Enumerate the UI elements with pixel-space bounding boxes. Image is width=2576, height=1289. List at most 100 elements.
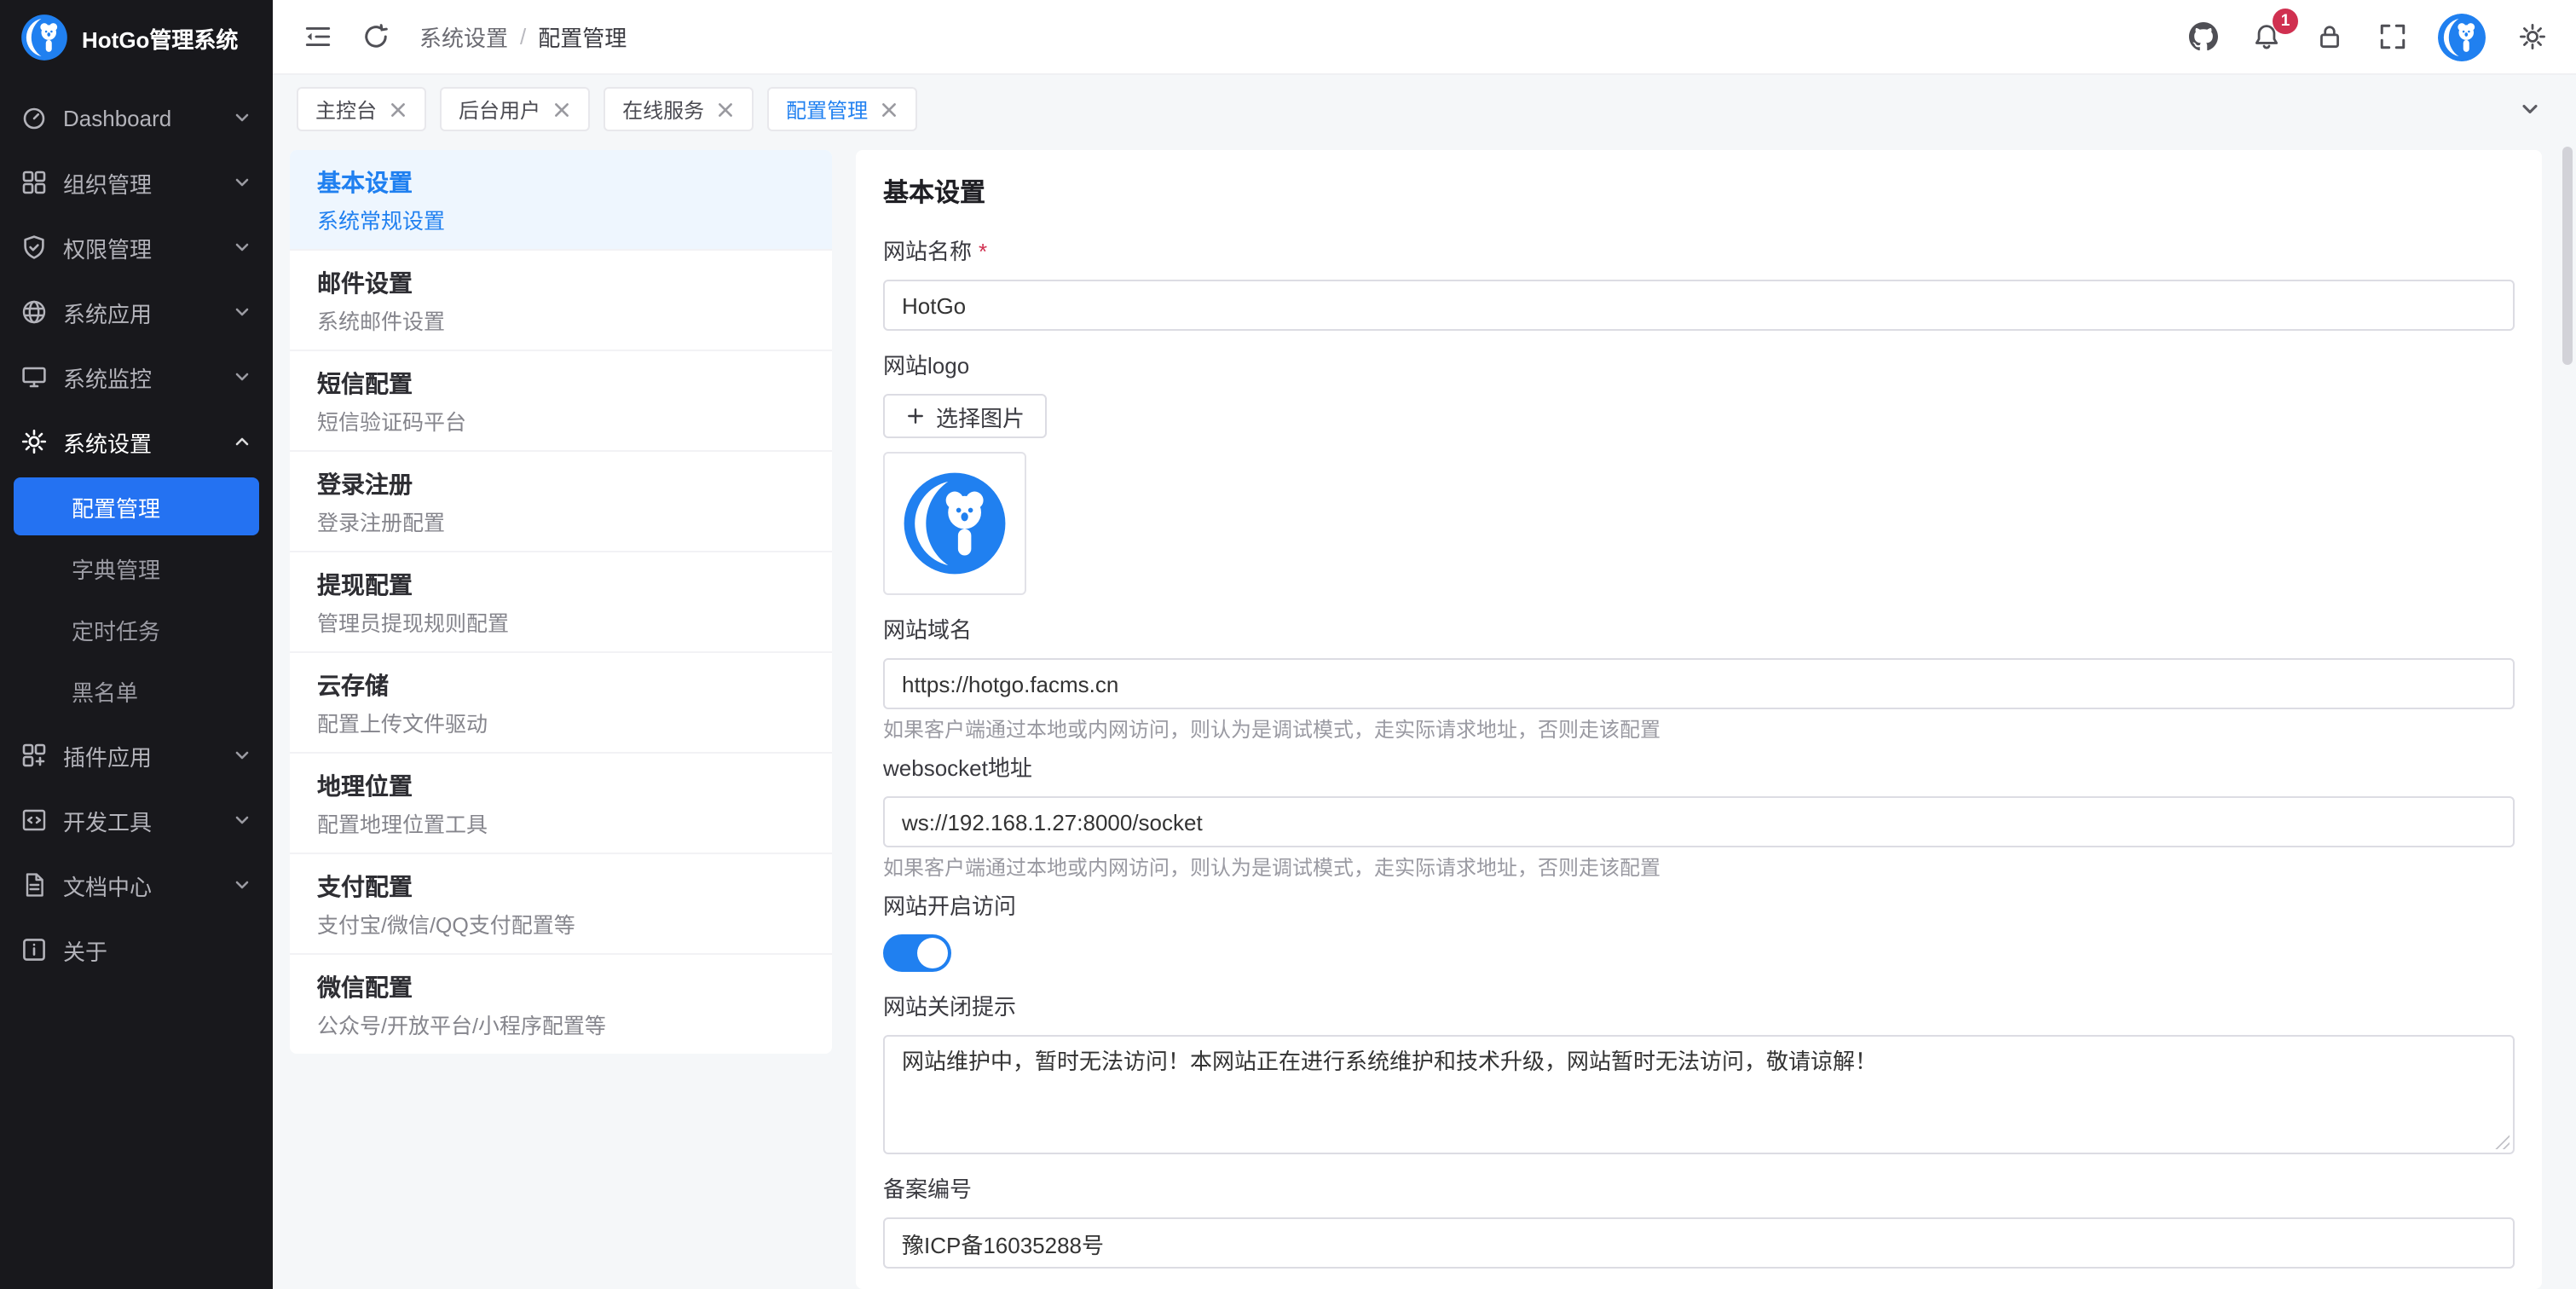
field-label-text: 备案编号 (883, 1175, 972, 1205)
sidebar-subitem-dictionary[interactable]: 字典管理 (0, 539, 273, 597)
breadcrumb-separator: / (520, 24, 526, 49)
field-label-text: 网站域名 (883, 616, 972, 646)
breadcrumb-current[interactable]: 配置管理 (538, 20, 627, 53)
field-label-text: 网站名称 (883, 237, 972, 268)
websocket-label: websocket地址 (883, 754, 2515, 784)
tabbar-chevron-down-icon[interactable] (2508, 87, 2552, 131)
field-label-text: websocket地址 (883, 754, 1032, 784)
grid-icon (20, 169, 48, 196)
settings-nav-item-cloud-storage[interactable]: 云存储 配置上传文件驱动 (290, 653, 832, 754)
sidebar-subitem-config-management[interactable]: 配置管理 (14, 477, 259, 535)
breadcrumb: 系统设置 / 配置管理 (419, 20, 627, 53)
settings-nav-title: 地理位置 (317, 771, 805, 801)
sidebar-item-label: 开发工具 (63, 804, 217, 836)
tab-console[interactable]: 主控台 (297, 87, 426, 131)
settings-nav-subtitle: 短信验证码平台 (317, 409, 805, 436)
settings-nav-item-payment[interactable]: 支付配置 支付宝/微信/QQ支付配置等 (290, 854, 832, 955)
topbar: 系统设置 / 配置管理 1 (273, 0, 2576, 75)
site-name-label: 网站名称 * (883, 237, 2515, 268)
tab-admin-users[interactable]: 后台用户 (440, 87, 590, 131)
settings-nav-title: 云存储 (317, 670, 805, 701)
settings-nav-item-geo[interactable]: 地理位置 配置地理位置工具 (290, 754, 832, 854)
sidebar-subitem-blacklist[interactable]: 黑名单 (0, 662, 273, 720)
tab-label: 在线服务 (622, 95, 704, 124)
app-logo-row[interactable]: HotGo管理系统 (0, 0, 273, 75)
tab-close-icon[interactable] (552, 100, 571, 118)
app-logo-icon (20, 14, 68, 61)
sidebar-item-dashboard[interactable]: Dashboard (0, 85, 273, 150)
github-icon[interactable] (2186, 20, 2220, 54)
tab-close-icon[interactable] (716, 100, 735, 118)
choose-image-label: 选择图片 (936, 400, 1025, 432)
scrollbar-thumb[interactable] (2562, 147, 2573, 365)
fullscreen-icon[interactable] (2375, 20, 2409, 54)
field-label-text: 网站关闭提示 (883, 992, 1016, 1023)
close-tip-label: 网站关闭提示 (883, 992, 2515, 1023)
user-avatar[interactable] (2438, 13, 2486, 61)
site-name-input[interactable] (883, 280, 2515, 331)
sidebar-item-permissions[interactable]: 权限管理 (0, 215, 273, 280)
toggle-knob (917, 938, 948, 968)
settings-nav-title: 登录注册 (317, 469, 805, 500)
tab-online-service[interactable]: 在线服务 (604, 87, 754, 131)
sidebar-menu: Dashboard 组织管理 权限管理 系统应用 系统监控 (0, 75, 273, 982)
page-scrollbar (2562, 147, 2573, 1282)
choose-image-button[interactable]: 选择图片 (883, 394, 1047, 438)
site-domain-input[interactable] (883, 658, 2515, 709)
settings-nav-item-wechat[interactable]: 微信配置 公众号/开放平台/小程序配置等 (290, 955, 832, 1054)
breadcrumb-parent[interactable]: 系统设置 (419, 20, 508, 53)
websocket-help: 如果客户端通过本地或内网访问，则认为是调试模式，走实际请求地址，否则走该配置 (883, 854, 2515, 881)
sidebar-item-plugins[interactable]: 插件应用 (0, 723, 273, 788)
tab-close-icon[interactable] (880, 100, 898, 118)
sidebar-item-system-settings[interactable]: 系统设置 (0, 409, 273, 474)
chevron-down-icon (232, 172, 252, 193)
site-domain-help: 如果客户端通过本地或内网访问，则认为是调试模式，走实际请求地址，否则走该配置 (883, 716, 2515, 743)
sidebar-subitem-label: 定时任务 (72, 613, 160, 645)
sidebar-item-about[interactable]: 关于 (0, 917, 273, 982)
websocket-input[interactable] (883, 796, 2515, 847)
main-area: 系统设置 / 配置管理 1 主控台 (273, 0, 2576, 1289)
close-tip-group: 网站关闭提示 网站维护中，暂时无法访问！本网站正在进行系统维护和技术升级，网站暂… (883, 992, 2515, 1154)
settings-nav-item-sms[interactable]: 短信配置 短信验证码平台 (290, 351, 832, 452)
sidebar-item-system-monitor[interactable]: 系统监控 (0, 344, 273, 409)
site-open-label: 网站开启访问 (883, 892, 2515, 922)
required-asterisk: * (979, 237, 987, 268)
code-icon (20, 806, 48, 834)
settings-nav-item-withdraw[interactable]: 提现配置 管理员提现规则配置 (290, 552, 832, 653)
refresh-icon[interactable] (358, 20, 392, 54)
settings-nav-title: 支付配置 (317, 871, 805, 902)
notification-bell-icon[interactable]: 1 (2249, 20, 2283, 54)
settings-nav-item-login[interactable]: 登录注册 登录注册配置 (290, 452, 832, 552)
settings-nav-panel: 基本设置 系统常规设置 邮件设置 系统邮件设置 短信配置 短信验证码平台 登录注… (290, 150, 832, 1054)
plus-icon (905, 406, 926, 426)
chevron-down-icon (232, 302, 252, 322)
settings-nav-item-basic[interactable]: 基本设置 系统常规设置 (290, 150, 832, 251)
site-open-group: 网站开启访问 (883, 892, 2515, 972)
tab-config-management[interactable]: 配置管理 (767, 87, 917, 131)
site-open-toggle[interactable] (883, 934, 951, 972)
close-tip-textarea[interactable]: 网站维护中，暂时无法访问！本网站正在进行系统维护和技术升级，网站暂时无法访问，敬… (883, 1035, 2515, 1154)
icp-group: 备案编号 (883, 1175, 2515, 1269)
menu-collapse-icon[interactable] (300, 20, 334, 54)
sidebar-item-system-apps[interactable]: 系统应用 (0, 280, 273, 344)
sidebar-item-dev-tools[interactable]: 开发工具 (0, 788, 273, 853)
sidebar-item-organization[interactable]: 组织管理 (0, 150, 273, 215)
settings-nav-item-mail[interactable]: 邮件设置 系统邮件设置 (290, 251, 832, 351)
settings-gear-icon[interactable] (2515, 20, 2549, 54)
plugin-grid-icon (20, 742, 48, 769)
app-title: HotGo管理系统 (82, 21, 238, 54)
settings-nav-title: 邮件设置 (317, 268, 805, 298)
form-title: 基本设置 (883, 174, 2515, 210)
tab-close-icon[interactable] (389, 100, 407, 118)
field-label-text: 网站logo (883, 351, 969, 382)
sidebar-item-docs-center[interactable]: 文档中心 (0, 853, 273, 917)
document-icon (20, 871, 48, 899)
icp-input[interactable] (883, 1217, 2515, 1269)
logo-thumbnail[interactable] (883, 452, 1026, 595)
lock-icon[interactable] (2312, 20, 2346, 54)
chevron-down-icon (232, 875, 252, 895)
tabbar: 主控台 后台用户 在线服务 配置管理 (273, 75, 2576, 143)
sidebar-item-label: 文档中心 (63, 869, 217, 901)
sidebar-subitem-cron-tasks[interactable]: 定时任务 (0, 600, 273, 658)
gear-icon (20, 428, 48, 455)
